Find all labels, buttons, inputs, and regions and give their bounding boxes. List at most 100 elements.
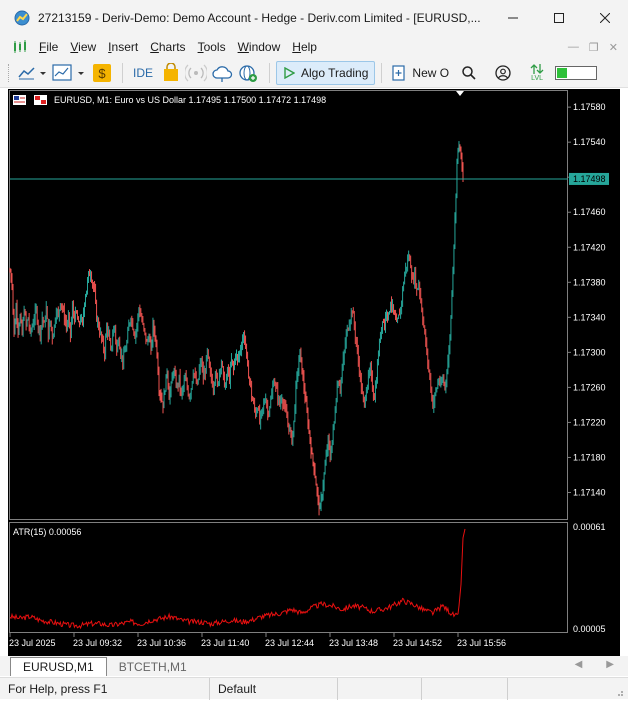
price-tick-label: 1.17180 xyxy=(573,452,606,462)
dollar-icon: $ xyxy=(93,63,111,82)
app-logo-icon xyxy=(14,10,30,26)
menu-view[interactable]: View xyxy=(69,40,107,54)
menu-help[interactable]: Help xyxy=(291,40,328,54)
title-bar: 27213159 - Deriv-Demo: Demo Account - He… xyxy=(0,0,628,36)
ide-button[interactable]: IDE xyxy=(129,61,157,85)
close-icon xyxy=(600,13,610,23)
status-cell-empty-1 xyxy=(338,677,422,700)
tab-eurusd[interactable]: EURUSD,M1 xyxy=(10,657,107,676)
algo-trading-label: Algo Trading xyxy=(301,65,369,80)
minimize-button[interactable] xyxy=(490,0,536,36)
account-button[interactable] xyxy=(495,61,511,85)
network-button[interactable] xyxy=(237,61,259,85)
new-order-label: New O xyxy=(412,65,450,80)
menu-insert[interactable]: Insert xyxy=(107,40,149,54)
atr-line xyxy=(9,528,466,630)
chart-menu-icon[interactable] xyxy=(34,95,47,105)
minimize-icon xyxy=(508,17,518,19)
close-button[interactable] xyxy=(582,0,628,36)
time-tick-label: 23 Jul 15:56 xyxy=(457,638,506,648)
line-chart-icon xyxy=(18,66,46,79)
price-tick-label: 1.17420 xyxy=(573,242,606,252)
status-cell-empty-3 xyxy=(508,678,588,700)
price-tick-label: 1.17220 xyxy=(573,417,606,427)
price-tick-label: 1.17540 xyxy=(573,137,606,147)
new-order-button[interactable]: New O xyxy=(388,64,453,81)
candles-group xyxy=(9,141,464,516)
connection-level-fill xyxy=(557,67,568,78)
price-tick-label: 1.17340 xyxy=(573,312,606,322)
price-tick-label: 1.17260 xyxy=(573,382,606,392)
price-tick-label: 1.17140 xyxy=(573,487,606,497)
mdi-minimize-icon[interactable]: — xyxy=(568,41,579,53)
tab-scroll-right-icon[interactable]: ▶ xyxy=(606,659,614,670)
play-icon xyxy=(284,66,296,79)
time-tick-label: 23 Jul 2025 xyxy=(9,638,56,648)
status-cell-empty-2 xyxy=(422,677,508,700)
chart-window[interactable]: EURUSD, M1: Euro vs US Dollar 1.17495 1.… xyxy=(8,89,620,656)
atr-line-group xyxy=(9,528,466,630)
chart-type-button[interactable] xyxy=(18,61,48,85)
svg-text:1.17498: 1.17498 xyxy=(573,174,606,184)
tab-btceth[interactable]: BTCETH,M1 xyxy=(107,657,199,676)
user-icon xyxy=(495,64,511,81)
chart-info-label: EURUSD, M1: Euro vs US Dollar 1.17495 1.… xyxy=(54,95,326,105)
atr-axis: 0.00061 0.00005 xyxy=(573,522,606,634)
mdi-restore-icon[interactable]: ❐ xyxy=(589,41,599,54)
menu-bar: File View Insert Charts Tools Window Hel… xyxy=(0,36,628,58)
time-tick-label: 23 Jul 09:32 xyxy=(73,638,122,648)
new-document-icon xyxy=(392,64,406,81)
indicators-button[interactable] xyxy=(52,61,88,85)
signals-button[interactable] xyxy=(185,61,208,85)
time-tick-label: 23 Jul 14:52 xyxy=(393,638,442,648)
toolbar-grip[interactable] xyxy=(8,63,12,82)
globe-plus-icon xyxy=(239,64,258,82)
time-tick-label: 23 Jul 12:44 xyxy=(265,638,314,648)
market-button[interactable] xyxy=(161,61,181,85)
status-bar: For Help, press F1 Default xyxy=(0,677,628,700)
menu-tools[interactable]: Tools xyxy=(197,40,237,54)
status-help: For Help, press F1 xyxy=(0,677,210,700)
price-tick-label: 1.17380 xyxy=(573,277,606,287)
tab-scroll-left-icon[interactable]: ◀ xyxy=(575,659,583,670)
search-button[interactable] xyxy=(461,61,477,85)
menu-charts[interactable]: Charts xyxy=(149,40,196,54)
shopping-bag-icon xyxy=(164,62,179,81)
broadcast-icon xyxy=(185,64,208,81)
price-axis: 1.175801.175401.175001.174601.174201.173… xyxy=(568,102,606,497)
algo-trading-button[interactable]: Algo Trading xyxy=(276,60,376,85)
time-tick-label: 23 Jul 10:36 xyxy=(137,638,186,648)
connection-status-bar xyxy=(555,65,598,80)
vps-button[interactable] xyxy=(211,61,233,85)
updown-arrows-icon xyxy=(530,64,544,74)
indicator-frame xyxy=(9,522,568,633)
time-tick-label: 23 Jul 11:40 xyxy=(201,638,249,648)
atr-tick-label: 0.00005 xyxy=(573,624,606,634)
chart-shift-marker[interactable] xyxy=(456,91,464,96)
lvl-label: LVL xyxy=(531,75,544,82)
price-chart[interactable]: EURUSD, M1: Euro vs US Dollar 1.17495 1.… xyxy=(8,89,620,656)
deposit-button[interactable]: $ xyxy=(92,61,112,85)
search-icon xyxy=(462,65,476,80)
maximize-button[interactable] xyxy=(536,0,582,36)
price-tick-label: 1.17580 xyxy=(573,102,606,112)
toolbar: $ IDE Algo Trading New O LVL xyxy=(0,58,628,88)
price-tick-label: 1.17460 xyxy=(573,207,606,217)
resize-grip-icon[interactable] xyxy=(614,687,624,697)
time-tick-label: 23 Jul 13:48 xyxy=(329,638,378,648)
atr-label: ATR(15) 0.00056 xyxy=(13,527,81,537)
chart-tabs: EURUSD,M1 BTCETH,M1 ◀ ▶ xyxy=(0,656,628,676)
svg-text:$: $ xyxy=(98,66,106,81)
status-profile[interactable]: Default xyxy=(210,677,338,700)
cloud-icon xyxy=(212,65,233,82)
level-button[interactable]: LVL xyxy=(529,61,545,85)
mdi-close-icon[interactable]: ✕ xyxy=(609,41,618,54)
menu-window[interactable]: Window xyxy=(237,40,292,54)
maximize-icon xyxy=(554,13,564,23)
time-axis: 23 Jul 2025 23 Jul 09:32 23 Jul 10:36 23 Ju… xyxy=(9,633,506,648)
window-title: 27213159 - Deriv-Demo: Demo Account - He… xyxy=(38,11,481,25)
chart-window-icon xyxy=(14,40,26,53)
symbol-flag-icon xyxy=(13,95,26,105)
main-chart-frame xyxy=(9,90,568,520)
menu-file[interactable]: File xyxy=(38,40,69,54)
